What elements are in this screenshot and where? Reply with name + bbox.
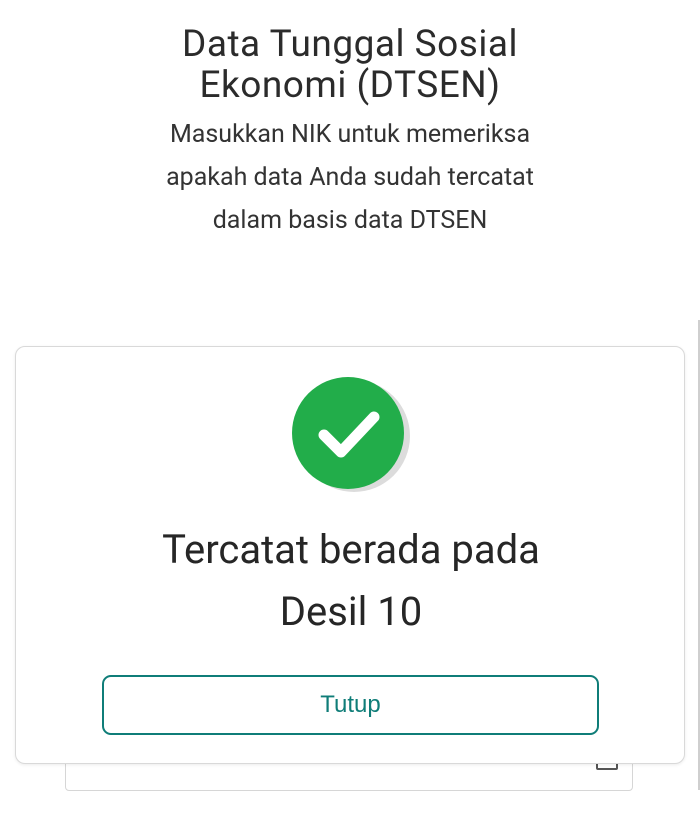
page-title-line2: Ekonomi (DTSEN) [199, 64, 501, 107]
close-button[interactable]: Tutup [102, 675, 599, 735]
page-subtitle-line1: Masukkan NIK untuk memeriksa [169, 120, 531, 149]
success-indicator [292, 377, 410, 495]
page-title: Data Tunggal Sosial Ekonomi (DTSEN) [0, 24, 700, 106]
checkmark-icon [318, 411, 380, 458]
status-text-line1: Tercatat berada pada [162, 526, 540, 573]
check-circle-icon [292, 377, 404, 489]
page-subtitle-line2: apakah data Anda sudah tercatat [166, 163, 534, 192]
page-subtitle-line3: dalam basis data DTSEN [212, 206, 488, 235]
page-subtitle: Masukkan NIK untuk memeriksa apakah data… [0, 113, 700, 242]
page-title-line1: Data Tunggal Sosial [182, 23, 518, 66]
result-dialog: Tercatat berada pada Desil 10 Tutup [15, 346, 685, 764]
status-text-line2: Desil 10 [279, 588, 423, 635]
